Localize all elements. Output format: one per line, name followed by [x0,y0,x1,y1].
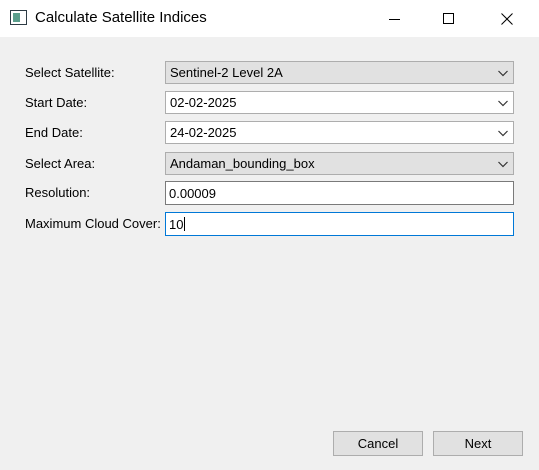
text-caret [184,217,186,231]
chevron-down-icon [498,161,508,168]
end-date-value: 24-02-2025 [170,125,237,140]
cloud-cover-row: Maximum Cloud Cover: 10 [0,212,539,236]
resolution-row: Resolution: 0.00009 [0,181,539,205]
chevron-down-icon[interactable] [497,127,509,139]
start-date-value: 02-02-2025 [170,95,237,110]
area-select[interactable]: Andaman_bounding_box [165,152,514,175]
satellite-select[interactable]: Sentinel-2 Level 2A [165,61,514,84]
maximize-icon [443,12,454,24]
close-button[interactable] [484,0,530,37]
area-row: Select Area: Andaman_bounding_box [0,152,539,176]
resolution-label: Resolution: [25,185,91,200]
app-window-icon [10,10,27,25]
window-title: Calculate Satellite Indices [35,9,207,26]
close-icon [501,12,513,25]
area-label: Select Area: [25,156,96,171]
end-date-label: End Date: [25,125,83,140]
area-value: Andaman_bounding_box [170,156,315,171]
cloud-cover-value: 10 [169,217,184,232]
satellite-value: Sentinel-2 Level 2A [170,65,283,80]
minimize-icon [389,18,400,20]
next-button[interactable]: Next [433,431,523,456]
resolution-value: 0.00009 [169,186,216,201]
chevron-down-icon[interactable] [497,97,509,109]
satellite-label: Select Satellite: [25,65,115,80]
end-date-row: End Date: 24-02-2025 [0,121,539,145]
cloud-cover-input[interactable]: 10 [165,212,514,236]
cloud-cover-label: Maximum Cloud Cover: [25,216,161,231]
minimize-button[interactable] [372,0,418,37]
start-date-row: Start Date: 02-02-2025 [0,91,539,115]
satellite-row: Select Satellite: Sentinel-2 Level 2A [0,61,539,85]
dialog-window: Calculate Satellite Indices Select Satel… [0,0,539,470]
start-date-picker[interactable]: 02-02-2025 [165,91,514,114]
title-bar[interactable]: Calculate Satellite Indices [0,0,539,37]
cancel-button[interactable]: Cancel [333,431,423,456]
maximize-button[interactable] [426,0,472,37]
chevron-down-icon [498,70,508,77]
resolution-input[interactable]: 0.00009 [165,181,514,205]
end-date-picker[interactable]: 24-02-2025 [165,121,514,144]
start-date-label: Start Date: [25,95,88,110]
